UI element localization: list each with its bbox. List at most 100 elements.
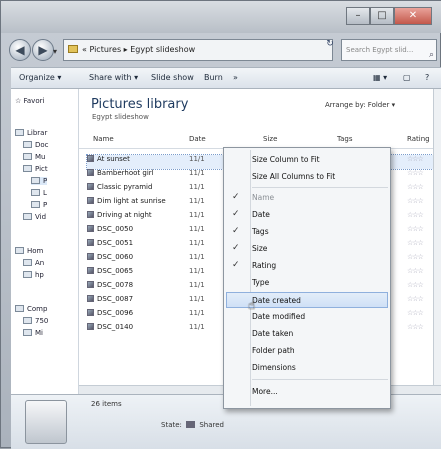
folder-icon [31, 177, 40, 184]
rating-stars[interactable]: ☆☆☆ [407, 169, 424, 177]
column-header-tags[interactable]: Tags [337, 135, 353, 143]
views-button[interactable]: ▦ ▾ [373, 73, 387, 82]
nav-libraries[interactable]: Librar [15, 129, 47, 137]
rating-stars[interactable]: ☆☆☆ [407, 323, 424, 331]
nav-documents-label: Doc [35, 141, 49, 149]
menu-item-size-column-to-fit[interactable]: Size Column to Fit [252, 152, 388, 168]
nav-homegroup[interactable]: Hom [15, 247, 43, 255]
recent-pages-dropdown[interactable]: ▾ [53, 47, 57, 56]
minimize-button[interactable]: – [346, 7, 370, 25]
file-date: 11/1 [189, 211, 205, 219]
nav-user-label: hp [35, 271, 44, 279]
more-commands-button[interactable]: » [233, 73, 238, 82]
column-context-menu: Size Column to Fit Size All Columns to F… [223, 147, 391, 409]
arrange-by[interactable]: Arrange by: Folder ▾ [325, 101, 395, 109]
file-date: 11/1 [189, 155, 205, 163]
menu-item-rating[interactable]: Rating [252, 258, 388, 274]
help-button[interactable]: ? [425, 73, 429, 82]
check-icon: ✓ [232, 243, 240, 253]
file-name: DSC_0050 [97, 225, 134, 233]
nav-documents[interactable]: Doc [23, 141, 49, 149]
address-bar[interactable]: « Pictures ▸ Egypt slideshow ▾ [63, 39, 333, 61]
column-header-rating[interactable]: Rating [407, 135, 430, 143]
nav-pictures-sub-1[interactable]: P [31, 177, 48, 185]
image-file-icon [87, 323, 94, 330]
window-controls: – □ ✕ [346, 7, 432, 25]
rating-stars[interactable]: ☆☆☆ [407, 239, 424, 247]
vertical-scrollbar[interactable] [433, 89, 441, 385]
organize-button[interactable]: Organize ▾ [19, 73, 61, 82]
menu-item-folder-path[interactable]: Folder path [252, 343, 388, 359]
address-path: « Pictures ▸ Egypt slideshow [82, 45, 196, 54]
file-name: DSC_0051 [97, 239, 134, 247]
menu-item-type[interactable]: Type [252, 275, 388, 291]
library-icon [15, 129, 24, 136]
rating-stars[interactable]: ☆☆☆ [407, 183, 424, 191]
image-file-icon [87, 155, 94, 162]
arrange-by-value[interactable]: Folder ▾ [368, 101, 395, 109]
nav-drive-2[interactable]: Mi [23, 329, 43, 337]
folder-icon [31, 201, 40, 208]
column-header-size[interactable]: Size [263, 135, 277, 143]
share-with-button[interactable]: Share with ▾ [89, 73, 138, 82]
rating-stars[interactable]: ☆☆☆ [407, 295, 424, 303]
nav-pictures[interactable]: Pict [23, 165, 48, 173]
refresh-icon[interactable]: ↻ [323, 39, 337, 49]
burn-button[interactable]: Burn [204, 73, 223, 82]
file-name: DSC_0140 [97, 323, 134, 331]
maximize-button[interactable]: □ [370, 7, 394, 25]
nav-libraries-label: Librar [27, 129, 48, 137]
nav-favorites[interactable]: ☆ Favori [15, 97, 44, 105]
rating-stars[interactable]: ☆☆☆ [407, 281, 424, 289]
file-name: DSC_0065 [97, 267, 134, 275]
nav-pictures-sub-2[interactable]: L [31, 189, 47, 197]
file-name: Dim light at sunrise [97, 197, 166, 205]
image-file-icon [87, 183, 94, 190]
nav-homegroup-user-2[interactable]: hp [23, 271, 44, 279]
menu-item-dimensions[interactable]: Dimensions [252, 360, 388, 376]
menu-item-size-all-columns-to-fit[interactable]: Size All Columns to Fit [252, 169, 388, 185]
nav-computer[interactable]: Comp [15, 305, 47, 313]
rating-stars[interactable]: ☆☆☆ [407, 155, 424, 163]
nav-drive[interactable]: 750 [23, 317, 48, 325]
back-button[interactable]: ◀ [9, 39, 31, 61]
title-bar: – □ ✕ [1, 1, 441, 33]
image-file-icon [87, 225, 94, 232]
nav-favorites-label: ☆ Favori [15, 97, 45, 105]
nav-videos[interactable]: Vid [23, 213, 46, 221]
menu-item-date-modified[interactable]: Date modified [252, 309, 388, 325]
image-file-icon [87, 197, 94, 204]
rating-stars[interactable]: ☆☆☆ [407, 267, 424, 275]
preview-pane-button[interactable]: ▢ [403, 73, 411, 82]
close-button[interactable]: ✕ [394, 7, 432, 25]
nav-drive-label: Mi [35, 329, 43, 337]
slide-show-button[interactable]: Slide show [151, 73, 194, 82]
documents-icon [23, 141, 32, 148]
nav-pictures-sub-3[interactable]: P [31, 201, 47, 209]
videos-icon [23, 213, 32, 220]
menu-item-tags[interactable]: Tags [252, 224, 388, 240]
rating-stars[interactable]: ☆☆☆ [407, 253, 424, 261]
file-date: 11/1 [189, 309, 205, 317]
rating-stars[interactable]: ☆☆☆ [407, 211, 424, 219]
menu-item-date-taken[interactable]: Date taken [252, 326, 388, 342]
menu-item-size[interactable]: Size [252, 241, 388, 257]
menu-item-date[interactable]: Date [252, 207, 388, 223]
rating-stars[interactable]: ☆☆☆ [407, 197, 424, 205]
menu-item-more[interactable]: More... [252, 384, 388, 400]
nav-homegroup-user-1[interactable]: An [23, 259, 44, 267]
column-header-name[interactable]: Name [93, 135, 114, 143]
column-header-date[interactable]: Date [189, 135, 206, 143]
image-file-icon [87, 239, 94, 246]
nav-pictures-label: Pict [35, 165, 48, 173]
homegroup-icon [15, 247, 24, 254]
search-icon[interactable]: ⌕ [429, 45, 434, 60]
rating-stars[interactable]: ☆☆☆ [407, 309, 424, 317]
rating-stars[interactable]: ☆☆☆ [407, 225, 424, 233]
image-file-icon [87, 211, 94, 218]
navigation-pane: ☆ Favori Librar Doc Mu Pict P L P Vid Ho… [11, 89, 79, 394]
search-placeholder: Search Egypt slid... [346, 46, 414, 54]
nav-music[interactable]: Mu [23, 153, 45, 161]
forward-button[interactable]: ▶ [32, 39, 54, 61]
search-input[interactable]: Search Egypt slid... ⌕ [341, 39, 437, 61]
